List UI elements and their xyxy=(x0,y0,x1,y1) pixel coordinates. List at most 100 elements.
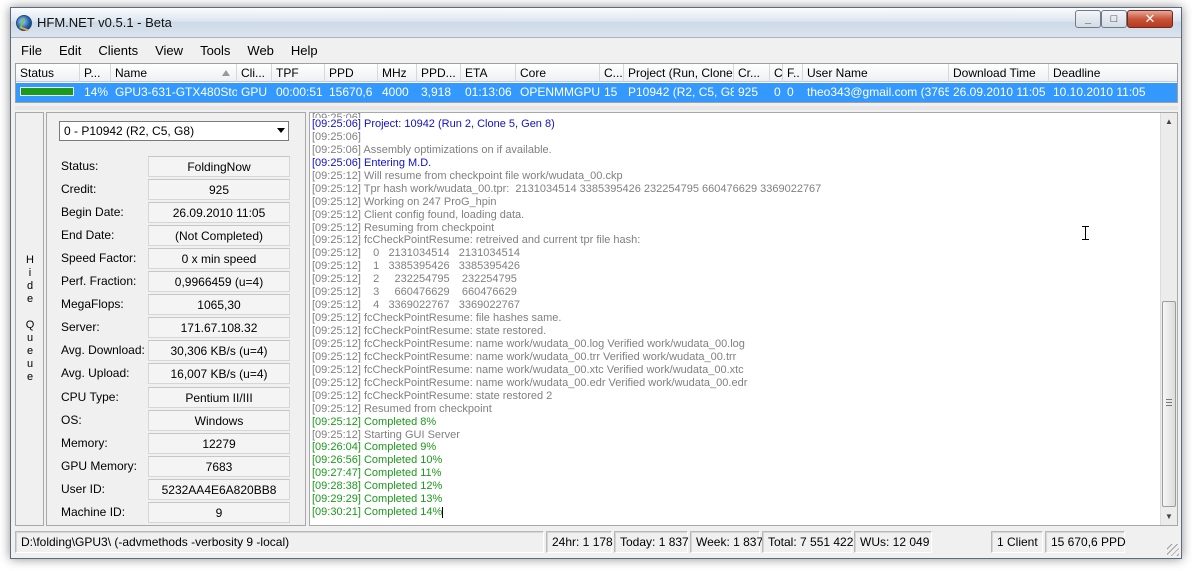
queue-field-value[interactable]: 0,9966459 (u=4) xyxy=(148,271,290,293)
col-header-tpf[interactable]: TPF xyxy=(272,64,325,82)
queue-field-row: Memory: 12279 xyxy=(59,432,291,455)
col-header-download-time[interactable]: Download Time xyxy=(949,64,1049,82)
menu-web[interactable]: Web xyxy=(237,39,281,61)
close-button[interactable]: ✕ xyxy=(1127,10,1173,28)
chevron-down-icon[interactable] xyxy=(277,128,285,133)
queue-field-value[interactable]: (Not Completed) xyxy=(148,225,290,247)
queue-field-row: Avg. Download: 30,306 KB/s (u=4) xyxy=(59,340,291,362)
queue-field-value[interactable]: 7683 xyxy=(148,455,290,477)
status-24hr: 24hr: 1 178 xyxy=(546,531,613,553)
text-caret xyxy=(442,506,444,518)
queue-field-label: MegaFlops: xyxy=(61,297,124,312)
col-header-ppd[interactable]: PPD xyxy=(325,64,378,82)
maximize-button[interactable]: □ xyxy=(1101,10,1127,28)
queue-field-value[interactable]: 1065,30 xyxy=(148,294,290,316)
queue-field-row: Begin Date: 26.09.2010 11:05 xyxy=(59,202,291,224)
col-header-credit[interactable]: Cr... xyxy=(734,64,770,82)
queue-field-label: Machine ID: xyxy=(61,504,126,519)
scroll-up-icon[interactable]: ▲ xyxy=(1161,113,1177,130)
menu-edit[interactable]: Edit xyxy=(49,39,88,61)
scroll-down-icon[interactable]: ▼ xyxy=(1161,508,1177,525)
grid-header: Status P... Name Cli... TPF PPD MHz PPD.… xyxy=(16,64,1177,82)
sort-ascending-icon xyxy=(222,70,230,76)
log-line: [09:26:56] Completed 10% xyxy=(312,454,443,467)
queue-field-value[interactable]: 0 x min speed xyxy=(148,248,290,270)
log-line: [09:25:12] Will resume from checkpoint f… xyxy=(312,169,623,182)
queue-field-label: Credit: xyxy=(61,182,97,197)
queue-field-row: CPU Type: Pentium II/III xyxy=(59,386,291,409)
cell-name: GPU3-631-GTX480Stock xyxy=(115,85,237,99)
queue-field-value[interactable]: 9 xyxy=(148,501,290,523)
menu-clients[interactable]: Clients xyxy=(88,39,145,61)
menu-tools[interactable]: Tools xyxy=(190,39,237,61)
queue-field-value[interactable]: 30,306 KB/s (u=4) xyxy=(148,340,290,362)
status-clients: 1 Client xyxy=(991,531,1043,553)
menu-file[interactable]: File xyxy=(11,39,49,61)
log-line: [09:25:12] fcCheckPointResume: name work… xyxy=(312,376,748,389)
hide-queue-label: Hide Queue xyxy=(24,254,36,384)
text-cursor-icon xyxy=(1081,225,1090,241)
queue-field-value[interactable]: Pentium II/III xyxy=(148,386,290,408)
col-header-status[interactable]: Status xyxy=(16,64,80,82)
menu-help[interactable]: Help xyxy=(281,39,325,61)
app-icon[interactable] xyxy=(16,15,32,31)
queue-select[interactable]: 0 - P10942 (R2, C5, G8) xyxy=(59,121,289,141)
queue-field-row: Server: 171.67.108.32 xyxy=(59,317,291,339)
minimize-button[interactable]: _ xyxy=(1075,10,1101,28)
col-header-client[interactable]: Cli... xyxy=(237,64,272,82)
col-header-project[interactable]: Project (Run, Clone... xyxy=(624,64,734,82)
table-row[interactable]: 14% GPU3-631-GTX480Stock GPU 00:00:51 15… xyxy=(16,83,1177,102)
log-line: [09:25:12] fcCheckPointResume: name work… xyxy=(312,363,744,376)
status-bar: D:\folding\GPU3\ (-advmethods -verbosity… xyxy=(11,528,1181,558)
queue-field-value[interactable]: 171.67.108.32 xyxy=(148,317,290,339)
col-header-name[interactable]: Name xyxy=(111,64,237,82)
menu-view[interactable]: View xyxy=(145,39,190,61)
col-header-failed[interactable]: F.. xyxy=(783,64,803,82)
status-wus: WUs: 12 049 xyxy=(854,531,932,553)
cell-core: OPENMMGPU xyxy=(520,85,600,99)
col-header-ppd-mhz[interactable]: PPD... xyxy=(417,64,461,82)
queue-field-value[interactable]: Windows xyxy=(148,409,290,431)
queue-field-value[interactable]: 925 xyxy=(148,179,290,201)
cell-tpf: 00:00:51 xyxy=(276,85,323,99)
resize-grip-icon[interactable] xyxy=(1167,544,1179,556)
window-title: HFM.NET v0.5.1 - Beta xyxy=(37,15,172,30)
col-header-eta[interactable]: ETA xyxy=(461,64,516,82)
log-line: [09:25:12] fcCheckPointResume: retreived… xyxy=(312,234,641,247)
log-viewer[interactable]: [09:25:06] [09:25:06] Project: 10942 (Run… xyxy=(309,112,1178,526)
col-header-user-name[interactable]: User Name xyxy=(803,64,949,82)
queue-field-value[interactable]: 5232AA4E6A820BB8 xyxy=(148,478,290,500)
col-header-core[interactable]: Core xyxy=(516,64,600,82)
log-line: [09:25:06] Entering M.D. xyxy=(312,156,432,169)
col-header-completed[interactable]: C xyxy=(770,64,783,82)
splitter-handle[interactable] xyxy=(15,106,1178,110)
queue-field-value[interactable]: FoldingNow xyxy=(148,156,290,177)
cell-ppd: 15670,6 xyxy=(329,85,373,99)
status-week: Week: 1 837 xyxy=(690,531,763,553)
queue-field-label: Speed Factor: xyxy=(61,251,137,266)
queue-field-row: End Date: (Not Completed) xyxy=(59,225,291,247)
queue-field-value[interactable]: 26.09.2010 11:05 xyxy=(148,202,290,224)
col-header-progress[interactable]: P... xyxy=(80,64,111,82)
queue-field-label: Avg. Download: xyxy=(61,343,145,358)
queue-field-row: Avg. Upload: 16,007 KB/s (u=4) xyxy=(59,363,291,385)
title-bar[interactable]: HFM.NET v0.5.1 - Beta _ □ ✕ xyxy=(11,8,1181,38)
queue-field-row: Credit: 925 xyxy=(59,179,291,201)
queue-field-row: User ID: 5232AA4E6A820BB8 xyxy=(59,478,291,501)
scroll-thumb[interactable] xyxy=(1162,301,1176,507)
cell-project: P10942 (R2, C5, G8) xyxy=(628,85,734,99)
status-total: Total: 7 551 422 xyxy=(762,531,853,553)
cell-client: GPU xyxy=(241,85,268,99)
col-header-deadline[interactable]: Deadline xyxy=(1049,64,1177,82)
queue-field-row: Machine ID: 9 xyxy=(59,501,291,524)
queue-field-row: Status: FoldingNow xyxy=(59,156,291,178)
col-header-c[interactable]: C... xyxy=(600,64,624,82)
cell-download-time: 26.09.2010 11:05 xyxy=(953,85,1046,99)
log-scrollbar[interactable]: ▲ ▼ xyxy=(1160,113,1177,525)
hide-queue-button[interactable]: Hide Queue xyxy=(15,112,44,526)
col-header-mhz[interactable]: MHz xyxy=(378,64,417,82)
queue-field-value[interactable]: 12279 xyxy=(148,432,290,454)
log-line: [09:25:12] Completed 8% xyxy=(312,415,437,428)
queue-field-value[interactable]: 16,007 KB/s (u=4) xyxy=(148,363,290,385)
queue-field-label: Memory: xyxy=(61,435,108,450)
